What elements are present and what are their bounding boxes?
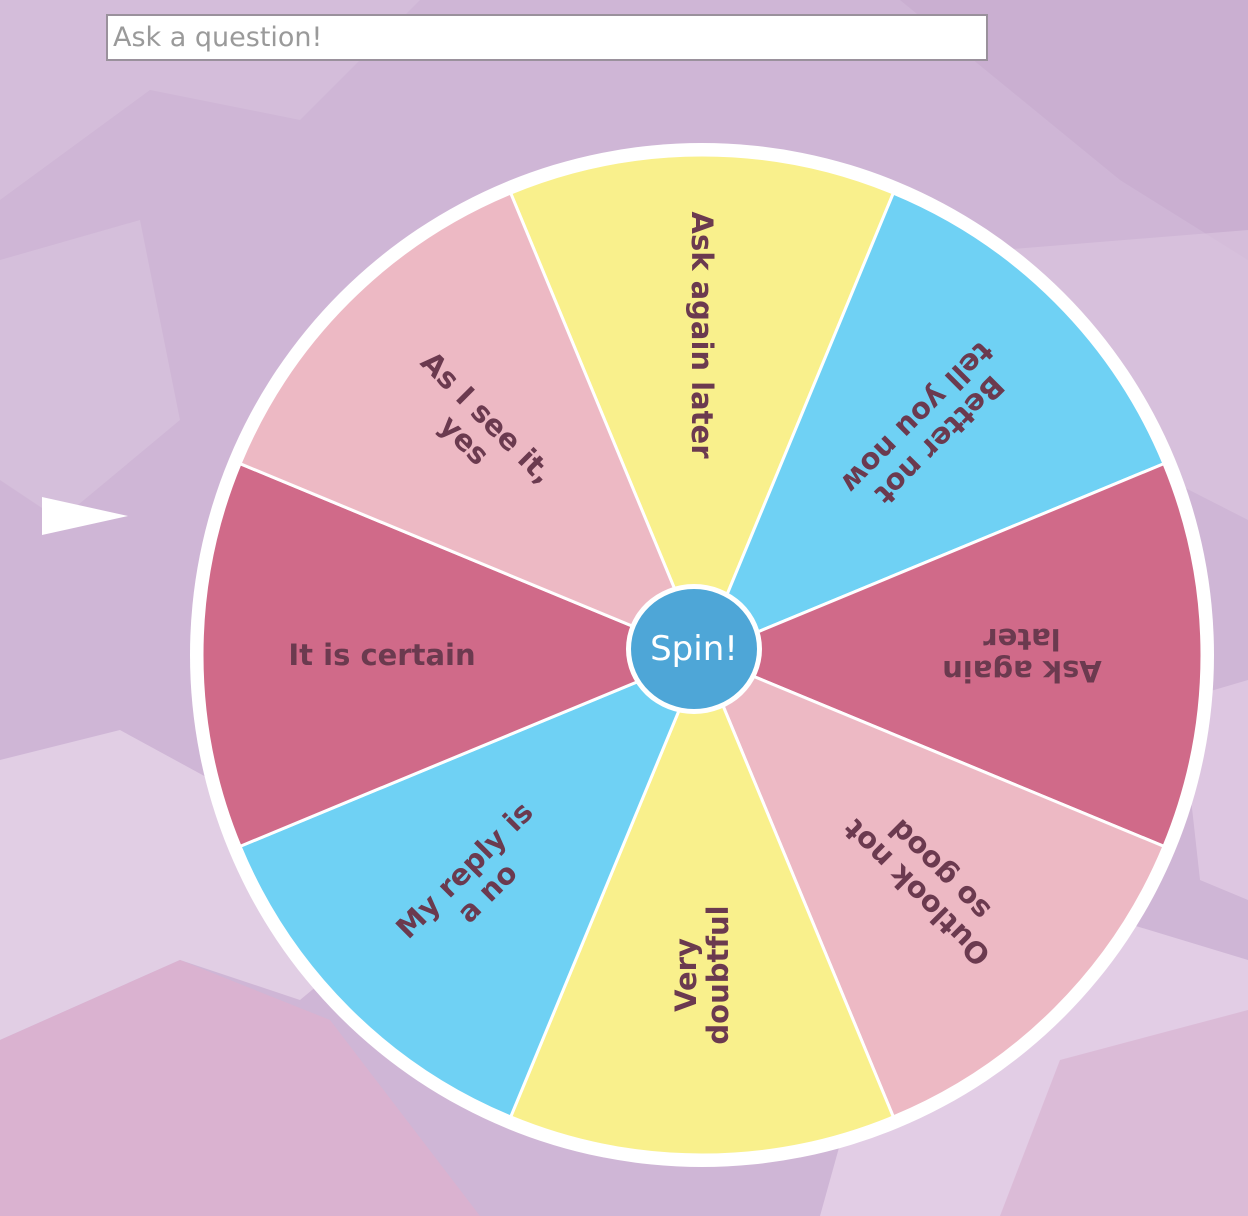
wheel-segment-label: Ask again later xyxy=(685,211,719,459)
question-input[interactable] xyxy=(106,14,988,61)
wheel-segment-label: It is certain xyxy=(288,638,475,672)
wheel-pointer-icon xyxy=(42,497,128,535)
spin-button[interactable]: Spin! xyxy=(626,584,762,714)
